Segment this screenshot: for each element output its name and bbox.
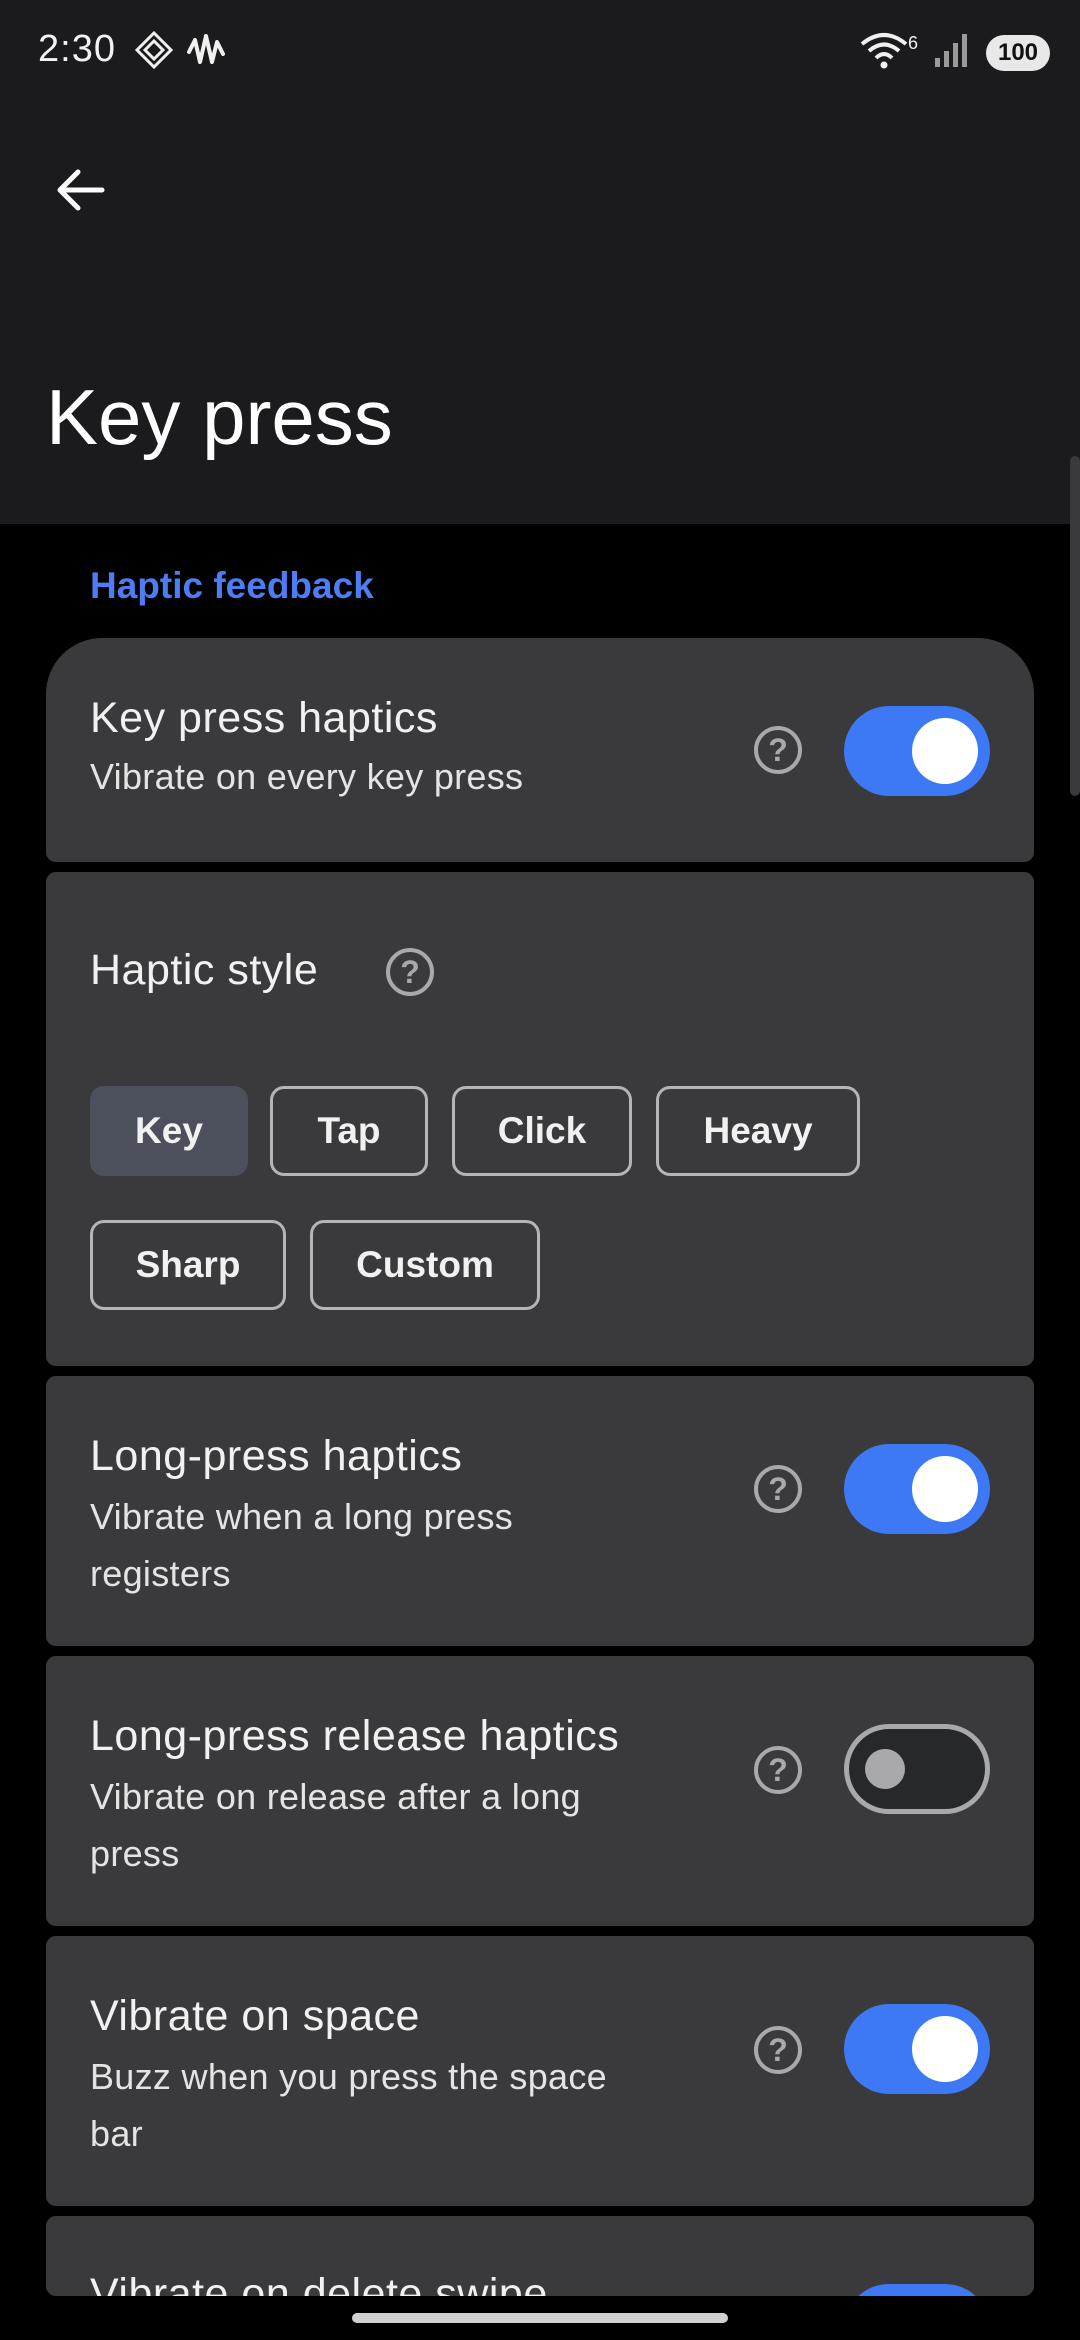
chip-heavy[interactable]: Heavy	[656, 1086, 860, 1176]
long-press-haptics-toggle[interactable]	[844, 1444, 990, 1534]
setting-key-press-haptics[interactable]: Key press haptics Vibrate on every key p…	[46, 638, 1034, 862]
vibrate-on-delete-swipe-toggle[interactable]	[844, 2284, 990, 2296]
setting-haptic-style: Haptic style ? Key Tap Click Heavy Sharp…	[46, 872, 1034, 1366]
waveform-icon	[186, 30, 226, 75]
key-press-haptics-toggle[interactable]	[844, 706, 990, 796]
status-time: 2:30	[38, 28, 116, 70]
wifi-icon	[860, 30, 908, 75]
chip-click[interactable]: Click	[452, 1086, 632, 1176]
chip-sharp[interactable]: Sharp	[90, 1220, 286, 1310]
help-icon[interactable]: ?	[754, 1746, 802, 1794]
setting-title: Long-press release haptics	[90, 1712, 620, 1760]
section-label-haptic-feedback: Haptic feedback	[90, 565, 374, 606]
battery-indicator: 100	[986, 34, 1050, 71]
page-title: Key press	[46, 373, 393, 461]
status-bar: 2:30 6 100	[0, 0, 1080, 100]
app-bar: 2:30 6 100 Key press	[0, 0, 1080, 524]
setting-title: Key press haptics	[90, 694, 438, 742]
setting-subtitle-line1: Vibrate on release after a long	[90, 1776, 581, 1817]
home-indicator[interactable]	[352, 2313, 728, 2323]
screen: 2:30 6 100 Key press Haptic feedback Key…	[0, 0, 1080, 2340]
help-icon[interactable]: ?	[754, 2026, 802, 2074]
setting-vibrate-on-space[interactable]: Vibrate on space Buzz when you press the…	[46, 1936, 1034, 2206]
setting-long-press-haptics[interactable]: Long-press haptics Vibrate when a long p…	[46, 1376, 1034, 1646]
help-icon[interactable]: ?	[754, 726, 802, 774]
setting-vibrate-on-delete-swipe[interactable]: Vibrate on delete swipe	[46, 2216, 1034, 2296]
chip-tap[interactable]: Tap	[270, 1086, 428, 1176]
signal-icon	[932, 30, 972, 75]
scrollbar[interactable]	[1070, 456, 1080, 796]
toggle-knob	[912, 1456, 978, 1522]
setting-subtitle-line1: Vibrate when a long press	[90, 1496, 514, 1537]
toggle-knob	[912, 2016, 978, 2082]
setting-title: Vibrate on delete swipe	[90, 2270, 548, 2296]
long-press-release-haptics-toggle[interactable]	[844, 1724, 990, 1814]
setting-subtitle-line2: registers	[90, 1553, 231, 1594]
setting-title: Long-press haptics	[90, 1432, 463, 1480]
chip-custom[interactable]: Custom	[310, 1220, 540, 1310]
setting-title: Haptic style	[90, 946, 319, 994]
help-icon[interactable]: ?	[386, 948, 434, 996]
setting-subtitle-line2: bar	[90, 2113, 143, 2154]
setting-subtitle: Vibrate on every key press	[90, 756, 524, 797]
diamond-app-icon	[134, 30, 174, 75]
toggle-knob	[865, 1749, 905, 1789]
setting-long-press-release-haptics[interactable]: Long-press release haptics Vibrate on re…	[46, 1656, 1034, 1926]
back-button[interactable]	[40, 150, 120, 230]
toggle-knob	[912, 718, 978, 784]
setting-subtitle-line2: press	[90, 1833, 180, 1874]
network-badge: 6	[907, 33, 918, 53]
vibrate-on-space-toggle[interactable]	[844, 2004, 990, 2094]
help-icon[interactable]: ?	[754, 1465, 802, 1513]
chip-key[interactable]: Key	[90, 1086, 248, 1176]
arrow-left-icon	[57, 169, 105, 211]
setting-title: Vibrate on space	[90, 1992, 420, 2040]
setting-subtitle-line1: Buzz when you press the space	[90, 2056, 607, 2097]
